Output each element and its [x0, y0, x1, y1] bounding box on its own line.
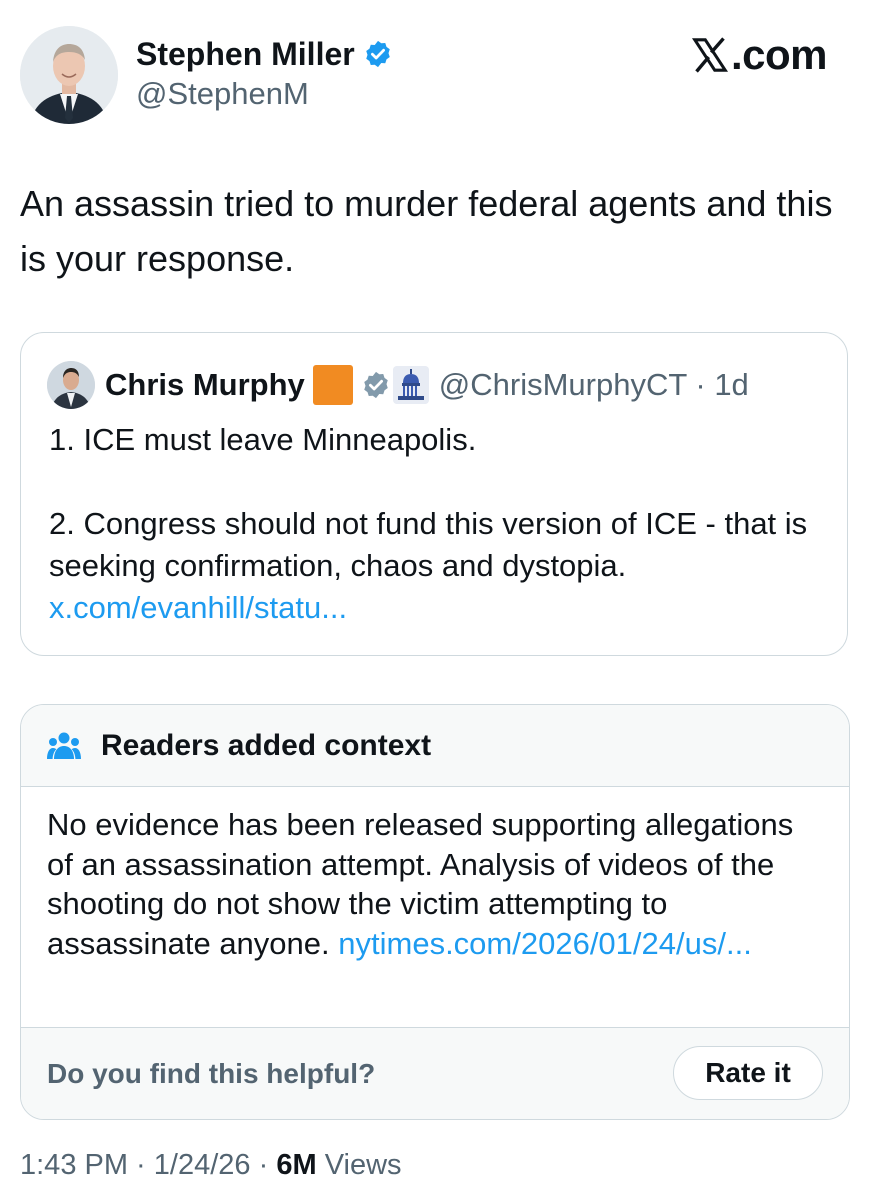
- community-note-body: No evidence has been released supporting…: [47, 805, 827, 963]
- quote-author-avatar[interactable]: [47, 361, 95, 409]
- community-note-title: Readers added context: [101, 728, 432, 762]
- tweet-time[interactable]: 1:43 PM: [20, 1149, 128, 1181]
- people-icon: [47, 732, 81, 759]
- meta-separator: ·: [128, 1149, 154, 1181]
- quote-paragraph-gap: [49, 461, 829, 503]
- capitol-badge: [392, 366, 429, 404]
- x-brand-text: .com: [730, 31, 828, 78]
- community-note-link[interactable]: nytimes.com/2026/01/24/us/...: [338, 926, 752, 961]
- author-avatar[interactable]: [20, 26, 118, 124]
- quoted-tweet-body: 1. ICE must leave Minneapolis. 2. Congre…: [49, 419, 829, 629]
- x-logo-icon: [691, 37, 728, 73]
- quote-handle-line[interactable]: @ChrisMurphyCT · 1d: [439, 367, 749, 403]
- quote-author-name[interactable]: Chris Murphy: [105, 367, 305, 403]
- quote-line-2: 2. Congress should not fund this version…: [49, 506, 808, 583]
- quoted-tweet-header: Chris Murphy @ChrisMurphyCT · 1d: [47, 361, 749, 409]
- community-note-footer: Do you find this helpful? Rate it: [21, 1027, 849, 1119]
- community-note-card: Readers added context No evidence has be…: [20, 704, 850, 1120]
- community-note-header[interactable]: Readers added context: [21, 705, 849, 787]
- meta-separator-2: ·: [250, 1149, 277, 1181]
- quote-author-handle[interactable]: @ChrisMurphyCT: [439, 367, 687, 402]
- helpful-question: Do you find this helpful?: [47, 1058, 376, 1089]
- quote-link[interactable]: x.com/evanhill/statu...: [49, 590, 347, 625]
- quoted-tweet-card[interactable]: Chris Murphy @ChrisMurphyCT · 1d 1. ICE …: [20, 332, 848, 656]
- orange-square-badge: [312, 365, 353, 405]
- author-handle[interactable]: @StephenM: [136, 74, 309, 114]
- author-name-row[interactable]: Stephen Miller: [136, 34, 393, 74]
- quote-meta-separator: ·: [686, 367, 715, 402]
- gray-verified-icon: [364, 371, 388, 399]
- x-brand-logo: .com: [691, 30, 828, 80]
- tweet-date[interactable]: 1/24/26: [154, 1149, 251, 1181]
- tweet-text: An assassin tried to murder federal agen…: [20, 183, 833, 279]
- quote-age[interactable]: 1d: [714, 367, 748, 402]
- author-name[interactable]: Stephen Miller: [136, 34, 355, 74]
- views-count: 6M: [276, 1149, 317, 1181]
- rate-it-button[interactable]: Rate it: [673, 1046, 823, 1100]
- tweet-meta-line: 1:43 PM · 1/24/26 · 6M Views: [20, 1146, 402, 1184]
- views-label: Views: [324, 1149, 402, 1181]
- quote-line-1: 1. ICE must leave Minneapolis.: [49, 422, 477, 457]
- verified-badge-icon: [365, 40, 390, 68]
